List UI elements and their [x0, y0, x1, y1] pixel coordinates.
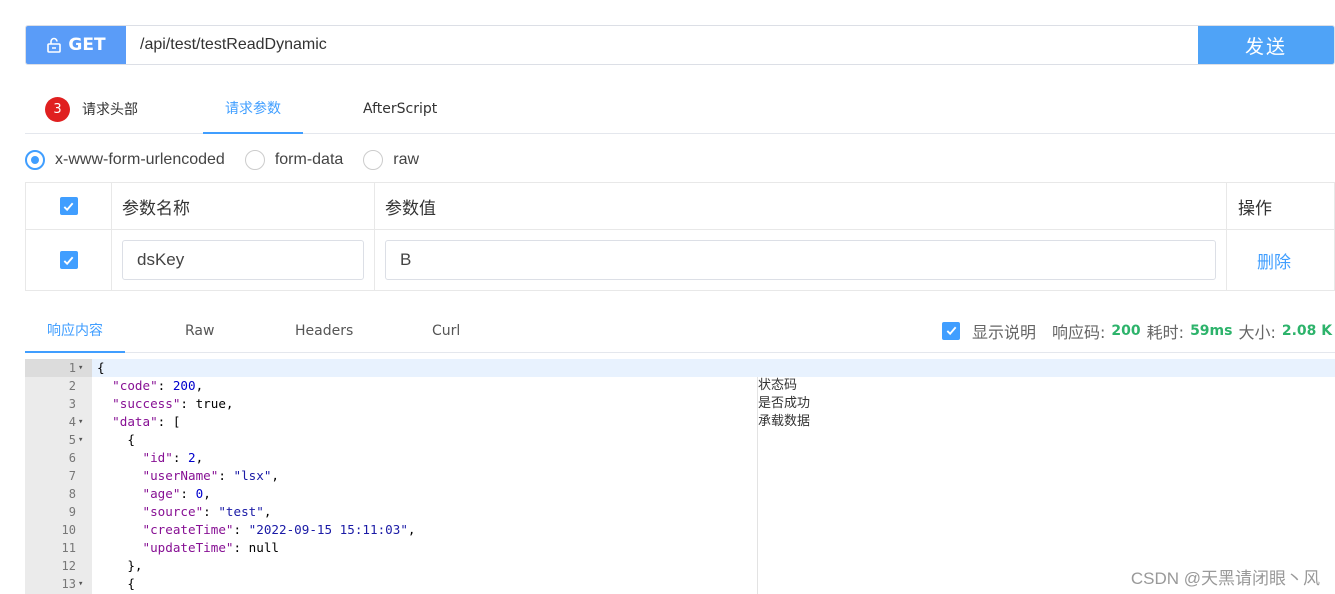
- line-number: 11: [61, 541, 76, 555]
- row-checkbox[interactable]: [59, 251, 78, 269]
- radio-formdata-label: form-data: [274, 151, 344, 168]
- time-label: 耗时:: [1146, 322, 1185, 342]
- note-data: 承载数据: [758, 414, 811, 429]
- method-selector[interactable]: GET: [26, 26, 126, 64]
- check-icon: [63, 202, 74, 211]
- request-url-bar: GET 发送: [25, 25, 1335, 65]
- params-table: 参数名称 参数值 操作 dsKey B 删除: [25, 182, 1335, 291]
- watermark: CSDN @天黑请闭眼丶风: [1130, 569, 1320, 588]
- code-line: "data": [: [112, 414, 181, 429]
- code-line: "createTime": "2022-09-15 15:11:03",: [142, 522, 416, 537]
- size-value: 2.08 K: [1281, 322, 1333, 339]
- check-icon: [63, 256, 74, 265]
- tab-response-raw[interactable]: Raw: [185, 308, 214, 353]
- line-number: 8: [68, 487, 76, 501]
- code-line: {: [97, 576, 135, 591]
- time-value: 59ms: [1190, 322, 1233, 339]
- line-number: 5 ▾: [25, 431, 92, 449]
- delete-param-link[interactable]: 删除: [1238, 248, 1291, 273]
- param-value-cell: B: [375, 230, 1227, 290]
- code-line: "success": true,: [112, 396, 234, 411]
- radio-urlencoded[interactable]: x-www-form-urlencoded: [25, 150, 225, 170]
- radio-raw-label: raw: [393, 151, 420, 168]
- status-code-value: 200: [1111, 322, 1141, 339]
- code-line: {: [97, 360, 105, 375]
- fold-arrow-icon[interactable]: ▾: [78, 435, 86, 445]
- tab-request-params[interactable]: 请求参数: [203, 84, 303, 134]
- row-checkbox-cell: [26, 230, 112, 290]
- size-label: 大小:: [1238, 322, 1276, 342]
- headers-count-badge: 3: [45, 96, 70, 122]
- show-description-checkbox[interactable]: [942, 321, 960, 340]
- body-type-radio-group: x-www-form-urlencoded form-data raw: [25, 148, 439, 172]
- tab-response-content[interactable]: 响应内容: [25, 308, 125, 353]
- radio-raw[interactable]: raw: [363, 150, 419, 170]
- code-line: {: [97, 432, 135, 447]
- radio-urlencoded-label: x-www-form-urlencoded: [55, 151, 225, 168]
- line-number: 6: [68, 451, 76, 465]
- line-number: 9: [68, 505, 76, 519]
- code-line: "source": "test",: [142, 504, 272, 519]
- tab-response-curl[interactable]: Curl: [432, 308, 460, 353]
- param-name-cell: dsKey: [112, 230, 375, 290]
- tab-request-headers[interactable]: 3 请求头部: [45, 84, 138, 134]
- note-success: 是否成功: [758, 396, 811, 411]
- line-number: 7: [68, 469, 76, 483]
- header-checkbox-cell: [26, 183, 112, 229]
- line-number: 3: [68, 397, 76, 411]
- code-line: "updateTime": null: [142, 540, 280, 555]
- code-line: "id": 2,: [142, 450, 204, 465]
- check-icon: [946, 326, 956, 336]
- url-input[interactable]: [126, 26, 1198, 64]
- show-description-label: 显示说明: [972, 322, 1037, 342]
- response-tabs: 响应内容 Raw Headers Curl 显示说明 响应码: 200 耗时: …: [25, 308, 1335, 353]
- code-line: "age": 0,: [142, 486, 211, 501]
- code-line: "userName": "lsx",: [142, 468, 280, 483]
- line-number: 4 ▾: [25, 413, 92, 431]
- col-header-action: 操作: [1238, 198, 1272, 219]
- status-code-label: 响应码:: [1052, 322, 1106, 342]
- code-line: },: [97, 558, 143, 573]
- fold-arrow-icon[interactable]: ▾: [78, 579, 86, 589]
- line-number: 1 ▾: [25, 359, 92, 377]
- line-number: 2: [68, 379, 76, 393]
- send-button[interactable]: 发送: [1198, 26, 1334, 64]
- note-code: 状态码: [758, 378, 798, 393]
- param-action-cell: 删除: [1227, 230, 1334, 290]
- fold-arrow-icon[interactable]: ▾: [78, 363, 86, 373]
- tab-afterscript-label: AfterScript: [363, 101, 438, 117]
- code-line: "code": 200,: [112, 378, 204, 393]
- param-name-input[interactable]: dsKey: [122, 240, 364, 280]
- radio-unchecked-icon: [244, 150, 265, 170]
- params-table-header: 参数名称 参数值 操作: [26, 183, 1334, 230]
- line-number: 13 ▾: [25, 575, 92, 593]
- tab-request-params-label: 请求参数: [225, 101, 281, 117]
- table-row: dsKey B 删除: [26, 230, 1334, 290]
- fold-arrow-icon[interactable]: ▾: [78, 417, 86, 427]
- param-value-input[interactable]: B: [385, 240, 1216, 280]
- request-tabs: 3 请求头部 请求参数 AfterScript: [25, 84, 1335, 134]
- col-header-value: 参数值: [375, 183, 1227, 229]
- radio-formdata[interactable]: form-data: [244, 150, 344, 170]
- line-number: 10: [61, 523, 76, 537]
- tab-response-headers[interactable]: Headers: [295, 308, 353, 353]
- radio-checked-icon: [25, 150, 45, 170]
- radio-unchecked-icon: [363, 150, 384, 170]
- response-code-editor[interactable]: 1 ▾ 2 3 4 ▾ 5 ▾ 6 7 8 9 10 11 12 13 ▾ { "cod…: [25, 359, 1335, 594]
- line-number: 12: [61, 559, 76, 573]
- col-header-name: 参数名称: [112, 183, 375, 229]
- tab-request-headers-label: 请求头部: [82, 102, 138, 118]
- response-meta: 显示说明 响应码: 200 耗时: 59ms 大小: 2.08 K: [942, 308, 1335, 353]
- active-line-highlight: [92, 359, 1335, 377]
- method-label: GET: [68, 35, 106, 55]
- tab-afterscript[interactable]: AfterScript: [363, 84, 437, 134]
- field-notes: 状态码 是否成功 承载数据: [758, 377, 810, 431]
- unlock-icon: [47, 37, 62, 53]
- select-all-checkbox[interactable]: [59, 197, 78, 215]
